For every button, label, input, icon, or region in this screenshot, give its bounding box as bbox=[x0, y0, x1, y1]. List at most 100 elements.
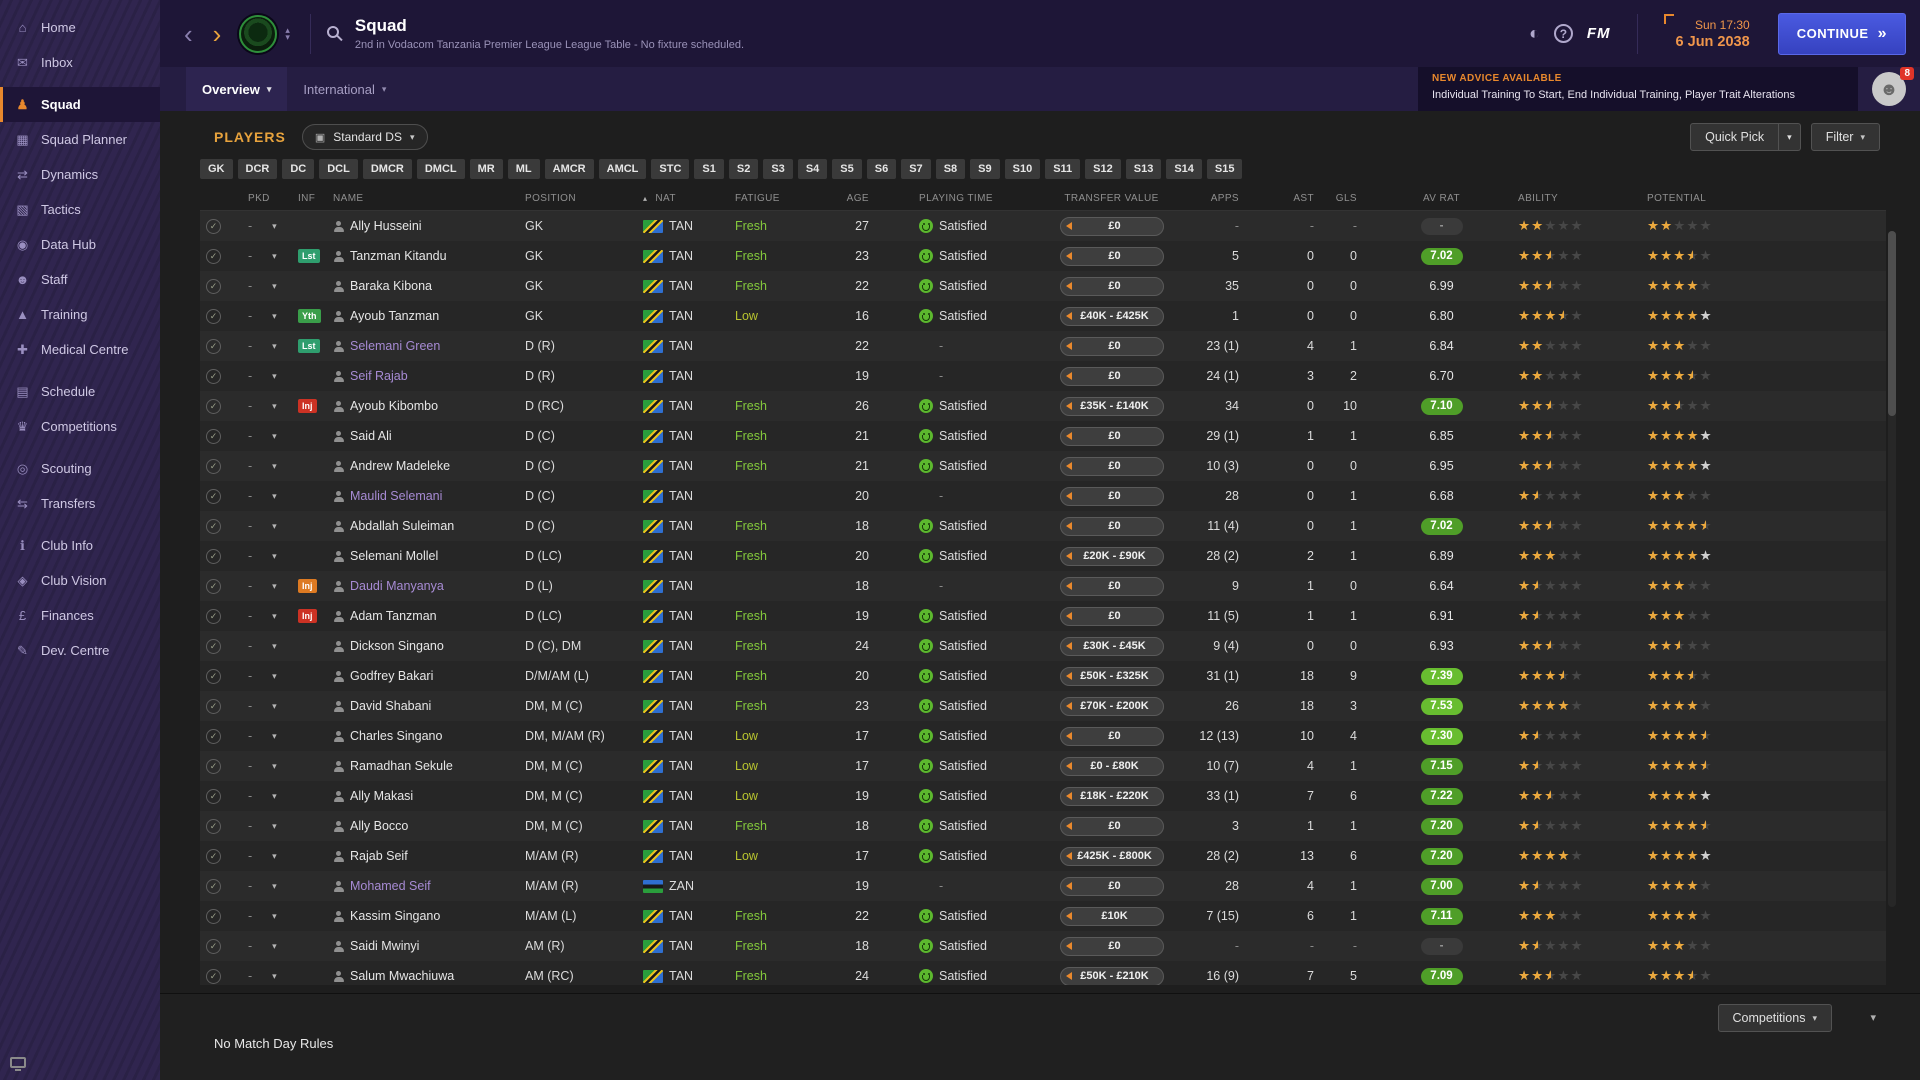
continue-button[interactable]: CONTINUE » bbox=[1777, 12, 1906, 55]
select-checkbox[interactable]: ✓ bbox=[206, 278, 221, 294]
select-checkbox[interactable]: ✓ bbox=[206, 308, 221, 324]
pick-dropdown-icon[interactable]: ▾ bbox=[272, 431, 277, 442]
pick-dropdown-icon[interactable]: ▾ bbox=[272, 851, 277, 862]
footer-collapse-icon[interactable]: ▾ bbox=[1870, 1011, 1876, 1024]
header-potential[interactable]: POTENTIAL bbox=[1639, 193, 1764, 204]
header-fatigue[interactable]: FATIGUE bbox=[729, 193, 819, 204]
position-chip-dmcl[interactable]: DMCL bbox=[416, 159, 465, 179]
table-row[interactable]: ✓ - ▾ Baraka Kibona GK TAN Fresh 22 Sati… bbox=[200, 271, 1886, 301]
table-row[interactable]: ✓ - ▾ Yth Ayoub Tanzman GK TAN Low 16 Sa… bbox=[200, 301, 1886, 331]
table-row[interactable]: ✓ - ▾ Godfrey Bakari D/M/AM (L) TAN Fres… bbox=[200, 661, 1886, 691]
table-row[interactable]: ✓ - ▾ Lst Tanzman Kitandu GK TAN Fresh 2… bbox=[200, 241, 1886, 271]
sidebar-item-medical-centre[interactable]: ✚ Medical Centre bbox=[0, 332, 160, 367]
competitions-button[interactable]: Competitions ▾ bbox=[1717, 1004, 1832, 1032]
sidebar-item-inbox[interactable]: ✉ Inbox bbox=[0, 45, 160, 80]
position-chip-s6[interactable]: S6 bbox=[866, 159, 897, 179]
header-inf[interactable]: INF bbox=[294, 193, 329, 204]
pick-dropdown-icon[interactable]: ▾ bbox=[272, 281, 277, 292]
position-chip-ml[interactable]: ML bbox=[507, 159, 540, 179]
position-chip-s7[interactable]: S7 bbox=[901, 159, 931, 179]
pick-dropdown-icon[interactable]: ▾ bbox=[272, 401, 277, 412]
header-pkd[interactable]: PKD bbox=[244, 193, 294, 204]
position-chip-s3[interactable]: S3 bbox=[763, 159, 793, 179]
pick-dropdown-icon[interactable]: ▾ bbox=[272, 641, 277, 652]
player-name[interactable]: Andrew Madeleke bbox=[350, 459, 450, 473]
club-switch-chevrons[interactable]: ▴ ▾ bbox=[285, 25, 290, 41]
position-chip-dcl[interactable]: DCL bbox=[319, 159, 358, 179]
table-row[interactable]: ✓ - ▾ Charles Singano DM, M/AM (R) TAN L… bbox=[200, 721, 1886, 751]
select-checkbox[interactable]: ✓ bbox=[206, 428, 221, 444]
position-chip-s4[interactable]: S4 bbox=[797, 159, 828, 179]
tab-international[interactable]: International ▾ bbox=[287, 67, 402, 111]
select-checkbox[interactable]: ✓ bbox=[206, 458, 221, 474]
table-row[interactable]: ✓ - ▾ Salum Mwachiuwa AM (RC) TAN Fresh … bbox=[200, 961, 1886, 985]
player-name[interactable]: Rajab Seif bbox=[350, 849, 408, 863]
notification-badge[interactable]: 8 bbox=[1900, 67, 1914, 80]
header-name[interactable]: NAME bbox=[329, 193, 519, 204]
player-name[interactable]: Maulid Selemani bbox=[350, 489, 442, 503]
table-row[interactable]: ✓ - ▾ Rajab Seif M/AM (R) TAN Low 17 Sat… bbox=[200, 841, 1886, 871]
table-row[interactable]: ✓ - ▾ Dickson Singano D (C), DM TAN Fres… bbox=[200, 631, 1886, 661]
pick-dropdown-icon[interactable]: ▾ bbox=[272, 311, 277, 322]
scrollbar-thumb[interactable] bbox=[1888, 231, 1896, 416]
position-chip-dc[interactable]: DC bbox=[282, 159, 315, 179]
pick-dropdown-icon[interactable]: ▾ bbox=[272, 731, 277, 742]
sidebar-item-club-vision[interactable]: ◈ Club Vision bbox=[0, 563, 160, 598]
header-ability[interactable]: ABILITY bbox=[1514, 193, 1639, 204]
player-name[interactable]: Selemani Mollel bbox=[350, 549, 438, 563]
player-name[interactable]: Selemani Green bbox=[350, 339, 440, 353]
pick-dropdown-icon[interactable]: ▾ bbox=[272, 491, 277, 502]
sidebar-item-staff[interactable]: ☻ Staff bbox=[0, 262, 160, 297]
select-checkbox[interactable]: ✓ bbox=[206, 548, 221, 564]
sidebar-item-club-info[interactable]: ℹ Club Info bbox=[0, 528, 160, 563]
pick-dropdown-icon[interactable]: ▾ bbox=[272, 881, 277, 892]
player-name[interactable]: David Shabani bbox=[350, 699, 431, 713]
table-row[interactable]: ✓ - ▾ Inj Adam Tanzman D (LC) TAN Fresh … bbox=[200, 601, 1886, 631]
table-row[interactable]: ✓ - ▾ David Shabani DM, M (C) TAN Fresh … bbox=[200, 691, 1886, 721]
select-checkbox[interactable]: ✓ bbox=[206, 878, 221, 894]
forward-button[interactable]: › bbox=[203, 21, 232, 47]
player-name[interactable]: Ally Husseini bbox=[350, 219, 422, 233]
world-icon[interactable]: ◐ bbox=[1529, 23, 1540, 44]
position-chip-dcr[interactable]: DCR bbox=[237, 159, 278, 179]
pick-dropdown-icon[interactable]: ▾ bbox=[272, 551, 277, 562]
player-name[interactable]: Charles Singano bbox=[350, 729, 442, 743]
player-name[interactable]: Godfrey Bakari bbox=[350, 669, 433, 683]
player-name[interactable]: Seif Rajab bbox=[350, 369, 408, 383]
player-name[interactable]: Ayoub Kibombo bbox=[350, 399, 438, 413]
select-checkbox[interactable]: ✓ bbox=[206, 338, 221, 354]
select-checkbox[interactable]: ✓ bbox=[206, 728, 221, 744]
player-name[interactable]: Daudi Manyanya bbox=[350, 579, 444, 593]
position-chip-s14[interactable]: S14 bbox=[1166, 159, 1202, 179]
player-name[interactable]: Mohamed Seif bbox=[350, 879, 431, 893]
player-name[interactable]: Tanzman Kitandu bbox=[350, 249, 447, 263]
sidebar-item-transfers[interactable]: ⇆ Transfers bbox=[0, 486, 160, 521]
position-chip-s5[interactable]: S5 bbox=[832, 159, 862, 179]
table-row[interactable]: ✓ - ▾ Lst Selemani Green D (R) TAN 22 - … bbox=[200, 331, 1886, 361]
position-chip-s9[interactable]: S9 bbox=[970, 159, 1000, 179]
sidebar-item-dynamics[interactable]: ⇄ Dynamics bbox=[0, 157, 160, 192]
pick-dropdown-icon[interactable]: ▾ bbox=[272, 371, 277, 382]
select-checkbox[interactable]: ✓ bbox=[206, 608, 221, 624]
select-checkbox[interactable]: ✓ bbox=[206, 218, 221, 234]
filter-button[interactable]: Filter ▾ bbox=[1810, 123, 1880, 151]
sidebar-item-data-hub[interactable]: ◉ Data Hub bbox=[0, 227, 160, 262]
select-checkbox[interactable]: ✓ bbox=[206, 518, 221, 534]
tab-overview[interactable]: Overview ▾ bbox=[186, 67, 288, 111]
sidebar-item-competitions[interactable]: ♛ Competitions bbox=[0, 409, 160, 444]
header-av-rat[interactable]: AV RAT bbox=[1369, 193, 1514, 204]
header-apps[interactable]: APPS bbox=[1184, 193, 1249, 204]
header-gls[interactable]: GLS bbox=[1324, 193, 1369, 204]
back-button[interactable]: ‹ bbox=[174, 21, 203, 47]
pick-dropdown-icon[interactable]: ▾ bbox=[272, 911, 277, 922]
header-nat[interactable]: ▴ NAT bbox=[639, 193, 729, 204]
table-row[interactable]: ✓ - ▾ Mohamed Seif M/AM (R) ZAN 19 - £0 … bbox=[200, 871, 1886, 901]
select-checkbox[interactable]: ✓ bbox=[206, 668, 221, 684]
position-chip-gk[interactable]: GK bbox=[200, 159, 233, 179]
table-row[interactable]: ✓ - ▾ Inj Daudi Manyanya D (L) TAN 18 - … bbox=[200, 571, 1886, 601]
position-chip-s8[interactable]: S8 bbox=[935, 159, 966, 179]
quick-pick-dropdown[interactable]: ▾ bbox=[1779, 123, 1801, 151]
select-checkbox[interactable]: ✓ bbox=[206, 248, 221, 264]
player-name[interactable]: Saidi Mwinyi bbox=[350, 939, 419, 953]
select-checkbox[interactable]: ✓ bbox=[206, 938, 221, 954]
